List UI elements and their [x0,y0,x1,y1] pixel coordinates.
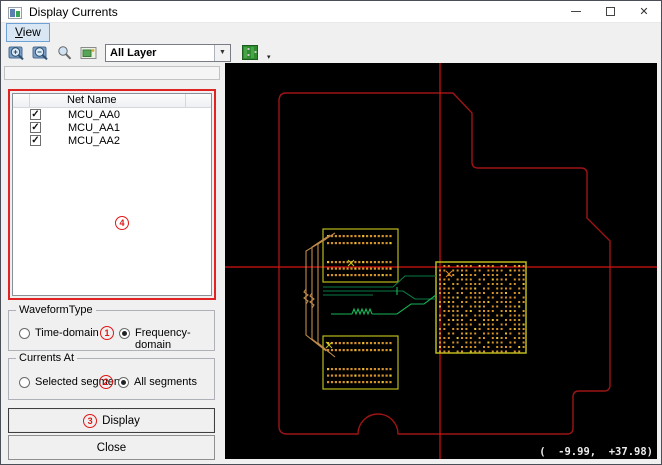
net-name-label: MCU_AA2 [68,135,120,147]
toolbar-overflow-icon[interactable]: ▾ [267,53,271,61]
menu-view-accel: V [15,25,23,39]
layer-selector[interactable]: All Layer ▼ [105,44,231,62]
radio-frequency-domain[interactable] [119,328,130,339]
net-list-header-checkbox-column [13,94,30,107]
display-button-label: Display [102,415,140,427]
net-list-annotation-frame: Net Name ✓ MCU_AA0 ✓ MCU_AA1 ✓ MCU_AA2 4 [8,89,216,300]
display-currents-window: Display Currents ✕ View [0,0,662,465]
check-icon: ✓ [31,110,39,120]
zoom-out-icon[interactable] [31,44,51,61]
radio-time-domain-label[interactable]: Time-domain [35,327,99,339]
zoom-in-icon[interactable] [7,44,27,61]
minimize-icon [571,11,581,12]
maximize-icon [606,7,615,16]
close-icon: ✕ [639,5,648,18]
net-checkbox[interactable]: ✓ [30,109,41,120]
radio-time-domain[interactable] [19,328,30,339]
left-panel: Net Name ✓ MCU_AA0 ✓ MCU_AA1 ✓ MCU_AA2 4… [1,63,224,459]
annotation-badge-1: 1 [100,326,114,340]
check-icon: ✓ [31,136,39,146]
board-view-icon[interactable] [240,44,260,61]
menu-bar: View [1,23,661,42]
maximize-button[interactable] [593,1,627,22]
layer-selector-arrow[interactable]: ▼ [214,45,230,61]
left-panel-toolbar-strip [4,66,220,80]
zoom-window-icon[interactable] [55,44,75,61]
radio-frequency-domain-label[interactable]: Frequency-domain [135,327,214,351]
minimize-button[interactable] [559,1,593,22]
cursor-coordinates: ( -9.99, +37.98) [539,446,653,458]
net-name-label: MCU_AA1 [68,122,120,134]
display-button[interactable]: 3 Display [8,408,215,433]
net-list-header-name-column: Net Name [30,94,186,107]
close-button-label: Close [97,442,126,454]
window-title: Display Currents [29,5,118,19]
menu-view-label: iew [23,25,41,39]
radio-all-segments-label[interactable]: All segments [134,376,197,388]
check-icon: ✓ [31,123,39,133]
currents-at-group: Currents At Selected segments 2 All segm… [8,358,215,400]
radio-selected-segments-label[interactable]: Selected segments [35,376,129,388]
app-icon [8,6,22,18]
net-list[interactable]: Net Name ✓ MCU_AA0 ✓ MCU_AA1 ✓ MCU_AA2 [12,93,212,296]
pcb-background [225,63,657,459]
table-row[interactable]: ✓ MCU_AA1 [13,121,211,134]
pcb-canvas[interactable]: ( -9.99, +37.98) [225,63,657,459]
radio-all-segments[interactable] [118,377,129,388]
chevron-down-icon: ▼ [219,49,226,56]
currents-at-group-label: Currents At [16,352,77,364]
annotation-badge-2: 2 [99,375,113,389]
net-checkbox[interactable]: ✓ [30,135,41,146]
menu-view[interactable]: View [6,23,50,42]
net-checkbox[interactable]: ✓ [30,122,41,133]
title-bar: Display Currents ✕ [1,1,661,23]
table-row[interactable]: ✓ MCU_AA0 [13,108,211,121]
toolbar: All Layer ▼ ▾ [1,42,661,63]
waveform-type-group: WaveformType Time-domain 1 Frequency-dom… [8,310,215,351]
close-button[interactable]: ✕ [627,1,661,22]
table-row[interactable]: ✓ MCU_AA2 [13,134,211,147]
fit-view-icon[interactable] [79,44,99,61]
annotation-badge-4: 4 [115,216,129,230]
waveform-type-group-label: WaveformType [16,304,96,316]
radio-selected-segments[interactable] [19,377,30,388]
net-list-header: Net Name [13,94,211,108]
annotation-badge-3: 3 [83,414,97,428]
net-name-label: MCU_AA0 [68,109,120,121]
close-dialog-button[interactable]: Close [8,435,215,460]
layer-selector-value: All Layer [106,45,214,61]
